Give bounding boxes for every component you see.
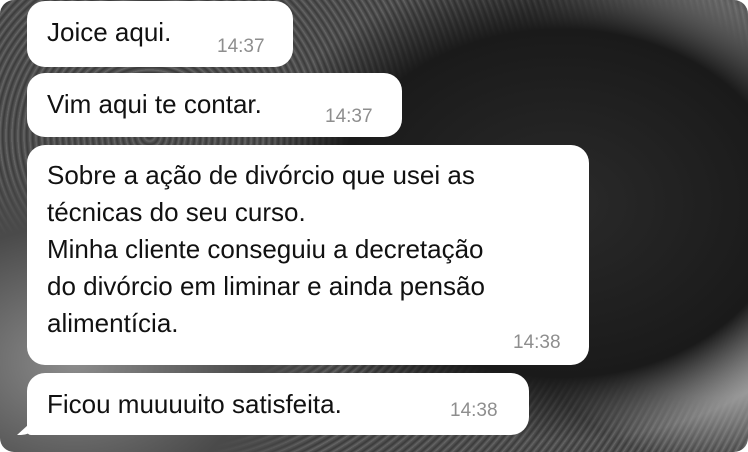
message-timestamp: 14:37 — [325, 106, 373, 127]
message-text-line: técnicas do seu curso. — [47, 197, 306, 227]
message-text-line: do divórcio em liminar e ainda pensão — [47, 271, 485, 301]
message-bubble[interactable]: Sobre a ação de divórcio que usei as téc… — [27, 145, 589, 365]
message-text: Vim aqui te contar. — [47, 89, 262, 119]
message-bubble[interactable]: Ficou muuuuito satisfeita. 14:38 — [17, 373, 529, 435]
message-timestamp: 14:37 — [217, 36, 265, 57]
message-bubble[interactable]: Joice aqui. 14:37 — [27, 1, 293, 67]
message-timestamp: 14:38 — [450, 400, 498, 421]
message-text-line: Minha cliente conseguiu a decretação — [47, 234, 484, 264]
message-bubble[interactable]: Vim aqui te contar. 14:37 — [27, 73, 402, 137]
message-text-line: alimentícia. — [47, 308, 179, 338]
message-text: Joice aqui. — [47, 17, 172, 47]
message-text-line: Sobre a ação de divórcio que usei as — [47, 160, 475, 190]
message-text: Ficou muuuuito satisfeita. — [47, 389, 342, 419]
message-timestamp: 14:38 — [513, 332, 561, 353]
